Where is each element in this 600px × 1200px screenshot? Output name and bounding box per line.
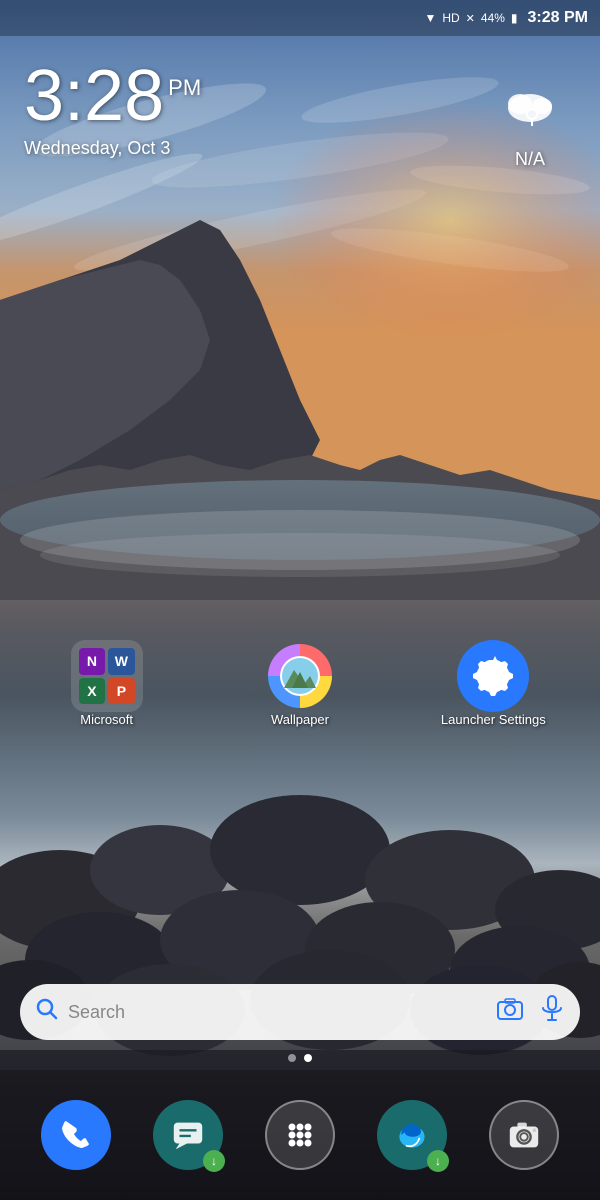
phone-dock-icon[interactable]: [41, 1100, 111, 1170]
wifi-icon: ▼: [424, 11, 436, 25]
powerpoint-icon: P: [108, 678, 135, 705]
launcher-settings-icon: [457, 640, 529, 712]
messages-badge: ↓: [203, 1150, 225, 1172]
edge-dock-icon[interactable]: ↓: [377, 1100, 447, 1170]
page-dots: [0, 1054, 600, 1062]
hd-signal-label: HD: [442, 11, 459, 25]
wallpaper-label: Wallpaper: [271, 712, 329, 728]
camera-dock-icon[interactable]: [489, 1100, 559, 1170]
clock-widget: 3:28PM Wednesday, Oct 3: [24, 60, 201, 159]
battery-icon: ▮: [511, 11, 518, 25]
status-bar: ▼ HD ✕ 44% ▮ 3:28 PM: [0, 0, 600, 36]
home-screen-apps: N W X P Microsoft Wallpaper: [0, 640, 600, 728]
weather-icon: [500, 80, 560, 143]
search-bar[interactable]: Search: [20, 984, 580, 1040]
messages-dock-icon[interactable]: ↓: [153, 1100, 223, 1170]
battery-percentage: 44%: [481, 11, 505, 25]
microsoft-folder-icon: N W X P: [71, 640, 143, 712]
launcher-settings-label: Launcher Settings: [441, 712, 546, 728]
search-icon: [36, 998, 58, 1026]
word-icon: W: [108, 648, 135, 675]
clock-time-value: 3:28: [24, 56, 164, 136]
microsoft-folder[interactable]: N W X P Microsoft: [52, 640, 162, 728]
signal-x-icon: ✕: [466, 12, 475, 25]
page-dot-2[interactable]: [304, 1054, 312, 1062]
launcher-settings-app[interactable]: Launcher Settings: [438, 640, 548, 728]
wallpaper-app-icon: [264, 640, 336, 712]
clock-date: Wednesday, Oct 3: [24, 138, 201, 159]
edge-badge: ↓: [427, 1150, 449, 1172]
camera-search-icon[interactable]: [496, 997, 524, 1027]
app-drawer-dock-icon[interactable]: [265, 1100, 335, 1170]
search-placeholder: Search: [68, 1002, 486, 1023]
page-dot-1[interactable]: [288, 1054, 296, 1062]
status-time: 3:28 PM: [528, 9, 588, 27]
microsoft-label: Microsoft: [80, 712, 133, 728]
clock-ampm: PM: [168, 75, 201, 100]
dock: ↓ ↓: [0, 1070, 600, 1200]
voice-search-icon[interactable]: [540, 995, 564, 1029]
excel-icon: X: [79, 678, 106, 705]
weather-temperature: N/A: [500, 149, 560, 170]
clock-display: 3:28PM: [24, 60, 201, 132]
weather-widget: N/A: [500, 80, 560, 170]
search-input-area[interactable]: Search: [36, 998, 486, 1026]
wallpaper-app[interactable]: Wallpaper: [245, 640, 355, 728]
onenote-icon: N: [79, 648, 106, 675]
